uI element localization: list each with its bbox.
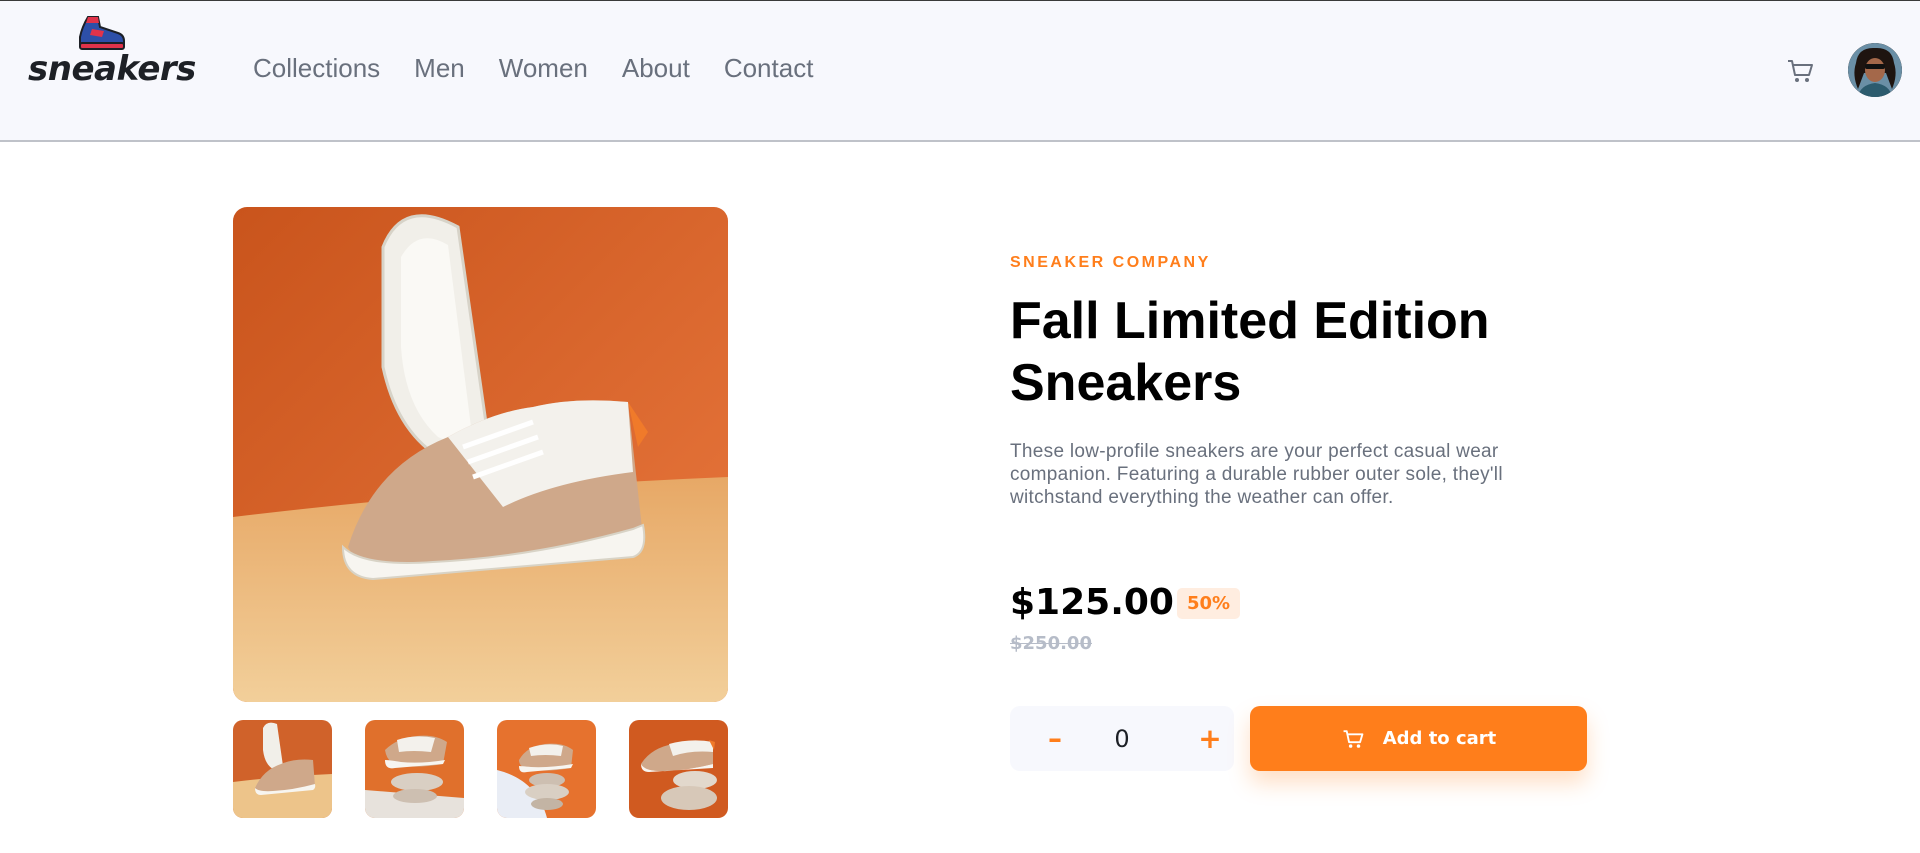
cart-icon — [1343, 729, 1364, 748]
product-company: SNEAKER COMPANY — [1010, 254, 1211, 271]
brand-wordmark: sneakers — [28, 49, 196, 89]
nav-item-men[interactable]: Men — [414, 53, 465, 84]
add-to-cart-button[interactable]: Add to cart — [1250, 706, 1587, 771]
thumbnail-image-4 — [629, 720, 728, 818]
product-thumbnail-3[interactable] — [497, 720, 596, 818]
brand-logo[interactable]: sneakers — [28, 15, 198, 95]
quantity-input[interactable] — [1082, 706, 1162, 771]
quantity-stepper: – + — [1010, 706, 1234, 771]
thumbnail-image-1 — [233, 720, 332, 818]
sneaker-logo-icon — [79, 16, 125, 50]
nav-item-women[interactable]: Women — [499, 53, 588, 84]
product-image-1 — [233, 207, 728, 702]
original-price: $250.00 — [1010, 633, 1092, 654]
product-description: These low-profile sneakers are your perf… — [1010, 441, 1503, 508]
nav-item-collections[interactable]: Collections — [253, 53, 380, 84]
product-image-main[interactable] — [233, 207, 728, 702]
thumbnail-image-3 — [497, 720, 596, 818]
cart-icon[interactable] — [1786, 57, 1814, 85]
user-avatar[interactable] — [1848, 43, 1902, 97]
add-to-cart-label: Add to cart — [1382, 728, 1497, 749]
nav-item-contact[interactable]: Contact — [724, 53, 814, 84]
nav-item-about[interactable]: About — [622, 53, 690, 84]
product-thumbnail-2[interactable] — [365, 720, 464, 818]
main-nav: Collections Men Women About Contact — [253, 53, 813, 84]
product-thumbnail-1[interactable] — [233, 720, 332, 818]
thumbnail-strip — [233, 720, 728, 818]
thumbnail-image-2 — [365, 720, 464, 818]
avatar-image — [1848, 43, 1902, 97]
product-title: Fall Limited Edition Sneakers — [1010, 292, 1490, 412]
site-header: sneakers Collections Men Women About Con… — [0, 0, 1920, 142]
discount-badge: 50% — [1177, 588, 1240, 619]
product-price: $125.00 — [1010, 582, 1174, 623]
decrease-quantity-button[interactable]: – — [1025, 706, 1085, 771]
product-thumbnail-4[interactable] — [629, 720, 728, 818]
increase-quantity-button[interactable]: + — [1180, 706, 1240, 771]
